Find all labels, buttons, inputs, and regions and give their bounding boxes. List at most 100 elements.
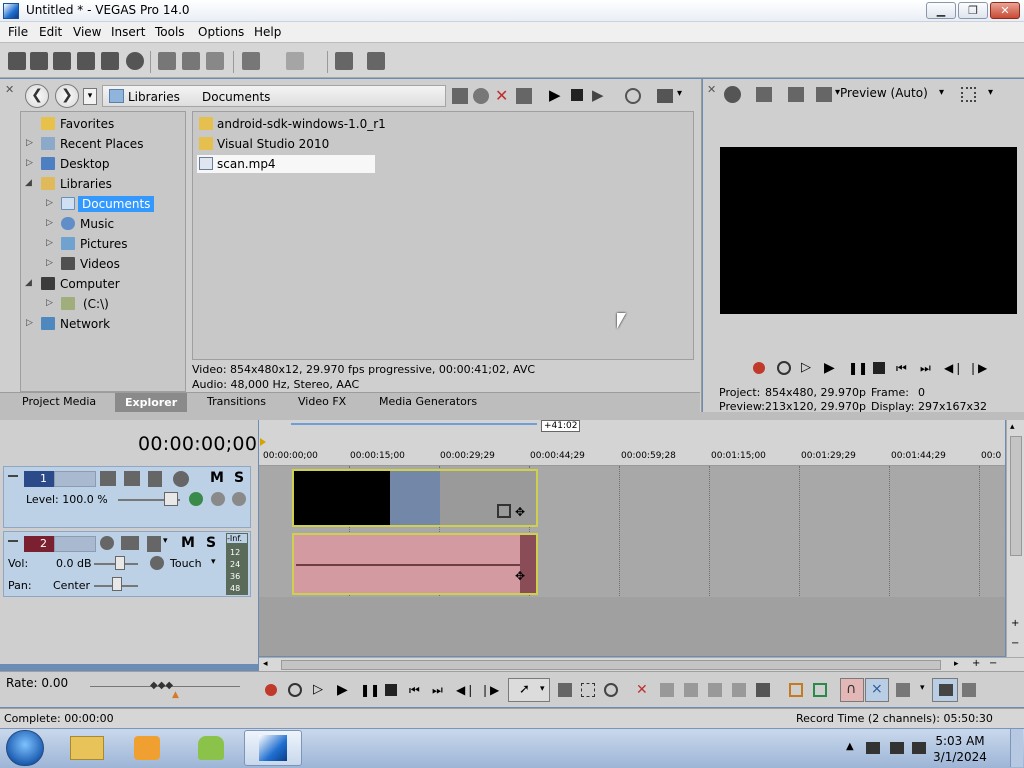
cut-icon[interactable] bbox=[158, 52, 176, 70]
expand-arrow-icon[interactable]: ▷ bbox=[46, 258, 53, 268]
stop-icon[interactable] bbox=[571, 89, 583, 101]
scroll-up-icon[interactable]: ▴ bbox=[1010, 422, 1015, 432]
back-arrow-icon[interactable]: ❮ bbox=[25, 84, 49, 108]
minimize-button[interactable]: ▁ bbox=[926, 2, 956, 19]
show-desktop-button[interactable] bbox=[1010, 729, 1023, 767]
views-icon[interactable] bbox=[657, 89, 673, 103]
zoom-in-icon[interactable]: + bbox=[1011, 618, 1019, 629]
external-monitor-icon[interactable] bbox=[756, 87, 772, 102]
zoom-out-icon[interactable]: − bbox=[1011, 638, 1019, 649]
track-routing-icon[interactable] bbox=[147, 536, 161, 552]
volume-slider-handle[interactable] bbox=[115, 556, 125, 570]
expand-arrow-icon[interactable]: ▷ bbox=[46, 298, 53, 308]
expand-arrow-icon[interactable]: ▷ bbox=[46, 238, 53, 248]
mute-button[interactable]: M bbox=[210, 470, 224, 486]
tab-project-media[interactable]: Project Media bbox=[22, 395, 96, 408]
menu-view[interactable]: View bbox=[73, 25, 101, 39]
automation-chevron-down-icon[interactable]: ▾ bbox=[211, 557, 216, 567]
maximize-button[interactable]: ❐ bbox=[958, 2, 988, 19]
split-icon[interactable] bbox=[732, 683, 746, 697]
overlays-icon[interactable] bbox=[816, 87, 832, 102]
selection-edit-tool-icon[interactable] bbox=[581, 683, 595, 697]
track-name-field[interactable] bbox=[54, 536, 96, 552]
zoom-out-icon[interactable]: − bbox=[989, 658, 997, 669]
envelope-edit-tool-icon[interactable] bbox=[558, 683, 572, 697]
vertical-scroll-thumb[interactable] bbox=[1010, 436, 1022, 556]
collapse-arrow-icon[interactable]: ◢ bbox=[25, 178, 32, 188]
zoom-edit-tool-icon[interactable] bbox=[604, 683, 618, 697]
render-icon[interactable] bbox=[101, 52, 119, 70]
horizontal-scroll-thumb[interactable] bbox=[281, 660, 941, 670]
play-from-start-icon[interactable]: ▷ bbox=[313, 683, 327, 697]
add-to-project-icon[interactable] bbox=[516, 88, 532, 104]
auto-preview-icon[interactable]: ▶ bbox=[592, 86, 604, 104]
delete-icon[interactable]: ✕ bbox=[495, 86, 508, 105]
video-event-clip[interactable]: ✥ bbox=[292, 469, 538, 527]
save-icon[interactable] bbox=[53, 52, 71, 70]
track-motion-icon[interactable] bbox=[100, 471, 116, 486]
track-fx-icon[interactable] bbox=[124, 471, 140, 486]
mute-button[interactable]: M bbox=[181, 535, 195, 551]
trim-start-icon[interactable] bbox=[684, 683, 698, 697]
insert-region-icon[interactable] bbox=[813, 683, 827, 697]
compositing-child-icon[interactable] bbox=[189, 492, 203, 506]
automation-mode[interactable]: Touch bbox=[170, 557, 202, 570]
next-frame-icon[interactable]: ❘▶ bbox=[968, 361, 987, 375]
search-icon[interactable] bbox=[625, 88, 641, 104]
go-to-end-icon[interactable]: ⏭ bbox=[432, 683, 446, 697]
go-to-end-icon[interactable]: ⏭ bbox=[920, 361, 934, 375]
views-chevron-down-icon[interactable]: ▾ bbox=[677, 88, 682, 99]
scroll-left-icon[interactable]: ◂ bbox=[263, 659, 268, 669]
expand-arrow-icon[interactable]: ▷ bbox=[26, 318, 33, 328]
audio-track-header[interactable]: 2 ▾ M S Vol: 0.0 dB Touch ▾ Pan: Center … bbox=[3, 531, 251, 597]
trim-icon[interactable] bbox=[660, 683, 674, 697]
taskbar-vegas[interactable] bbox=[244, 730, 302, 766]
automation-gear-icon[interactable] bbox=[150, 556, 164, 570]
action-center-flag-icon[interactable] bbox=[866, 742, 880, 754]
loop-playback-icon[interactable] bbox=[777, 361, 791, 375]
solo-button[interactable]: S bbox=[234, 470, 244, 486]
trim-end-icon[interactable] bbox=[708, 683, 722, 697]
history-chevron-down-icon[interactable]: ▾ bbox=[83, 88, 97, 105]
empty-track-area[interactable] bbox=[259, 597, 1005, 656]
go-to-start-icon[interactable]: ⏮ bbox=[409, 683, 423, 697]
system-clock[interactable]: 5:03 AM 3/1/2024 bbox=[930, 733, 990, 765]
video-track-header[interactable]: 1 M S Level: 100.0 % bbox=[3, 466, 251, 528]
tab-explorer[interactable]: Explorer bbox=[115, 393, 188, 413]
track-fx-icon[interactable] bbox=[121, 536, 139, 550]
vegas-app-icon[interactable] bbox=[3, 3, 19, 19]
expand-arrow-icon[interactable]: ▷ bbox=[26, 138, 33, 148]
rate-reset-triangle-icon[interactable]: ▲ bbox=[172, 690, 179, 700]
expand-arrow-icon[interactable]: ▷ bbox=[46, 218, 53, 228]
menu-edit[interactable]: Edit bbox=[39, 25, 62, 39]
minimize-track-icon[interactable] bbox=[8, 540, 18, 542]
properties-gear-icon[interactable] bbox=[126, 52, 144, 70]
insert-marker-icon[interactable] bbox=[789, 683, 803, 697]
expand-arrow-icon[interactable]: ▷ bbox=[26, 158, 33, 168]
loop-playback-icon[interactable] bbox=[288, 683, 302, 697]
compositing-mask-icon[interactable] bbox=[232, 492, 246, 506]
forward-arrow-icon[interactable]: ❯ bbox=[55, 84, 79, 108]
record-icon[interactable] bbox=[753, 362, 765, 374]
auto-crossfade-button[interactable]: ⨯ bbox=[865, 678, 889, 702]
ignore-grouping-icon[interactable] bbox=[962, 683, 976, 697]
grid-icon[interactable] bbox=[961, 87, 976, 102]
previous-frame-icon[interactable]: ◀❘ bbox=[456, 683, 475, 697]
undo-icon[interactable] bbox=[242, 52, 260, 70]
network-tray-icon[interactable] bbox=[890, 742, 904, 754]
lock-icon[interactable] bbox=[756, 683, 770, 697]
next-frame-icon[interactable]: ❘▶ bbox=[480, 683, 499, 697]
taskbar-android[interactable] bbox=[182, 730, 240, 766]
save-as-icon[interactable] bbox=[77, 52, 95, 70]
breadcrumb-documents[interactable]: Documents bbox=[202, 90, 270, 104]
zoom-in-icon[interactable]: + bbox=[972, 658, 980, 669]
ripple-chevron-down-icon[interactable]: ▾ bbox=[920, 683, 925, 693]
routing-chevron-down-icon[interactable]: ▾ bbox=[163, 536, 168, 546]
split-screen-icon[interactable] bbox=[788, 87, 804, 102]
list-item-folder[interactable]: android-sdk-windows-1.0_r1 bbox=[197, 115, 397, 133]
preview-properties-gear-icon[interactable] bbox=[724, 86, 741, 103]
new-project-icon[interactable] bbox=[8, 52, 26, 70]
play-icon[interactable]: ▶ bbox=[824, 361, 838, 375]
close-button[interactable]: ✕ bbox=[990, 2, 1020, 19]
show-hidden-icons-icon[interactable]: ▲ bbox=[846, 741, 854, 752]
